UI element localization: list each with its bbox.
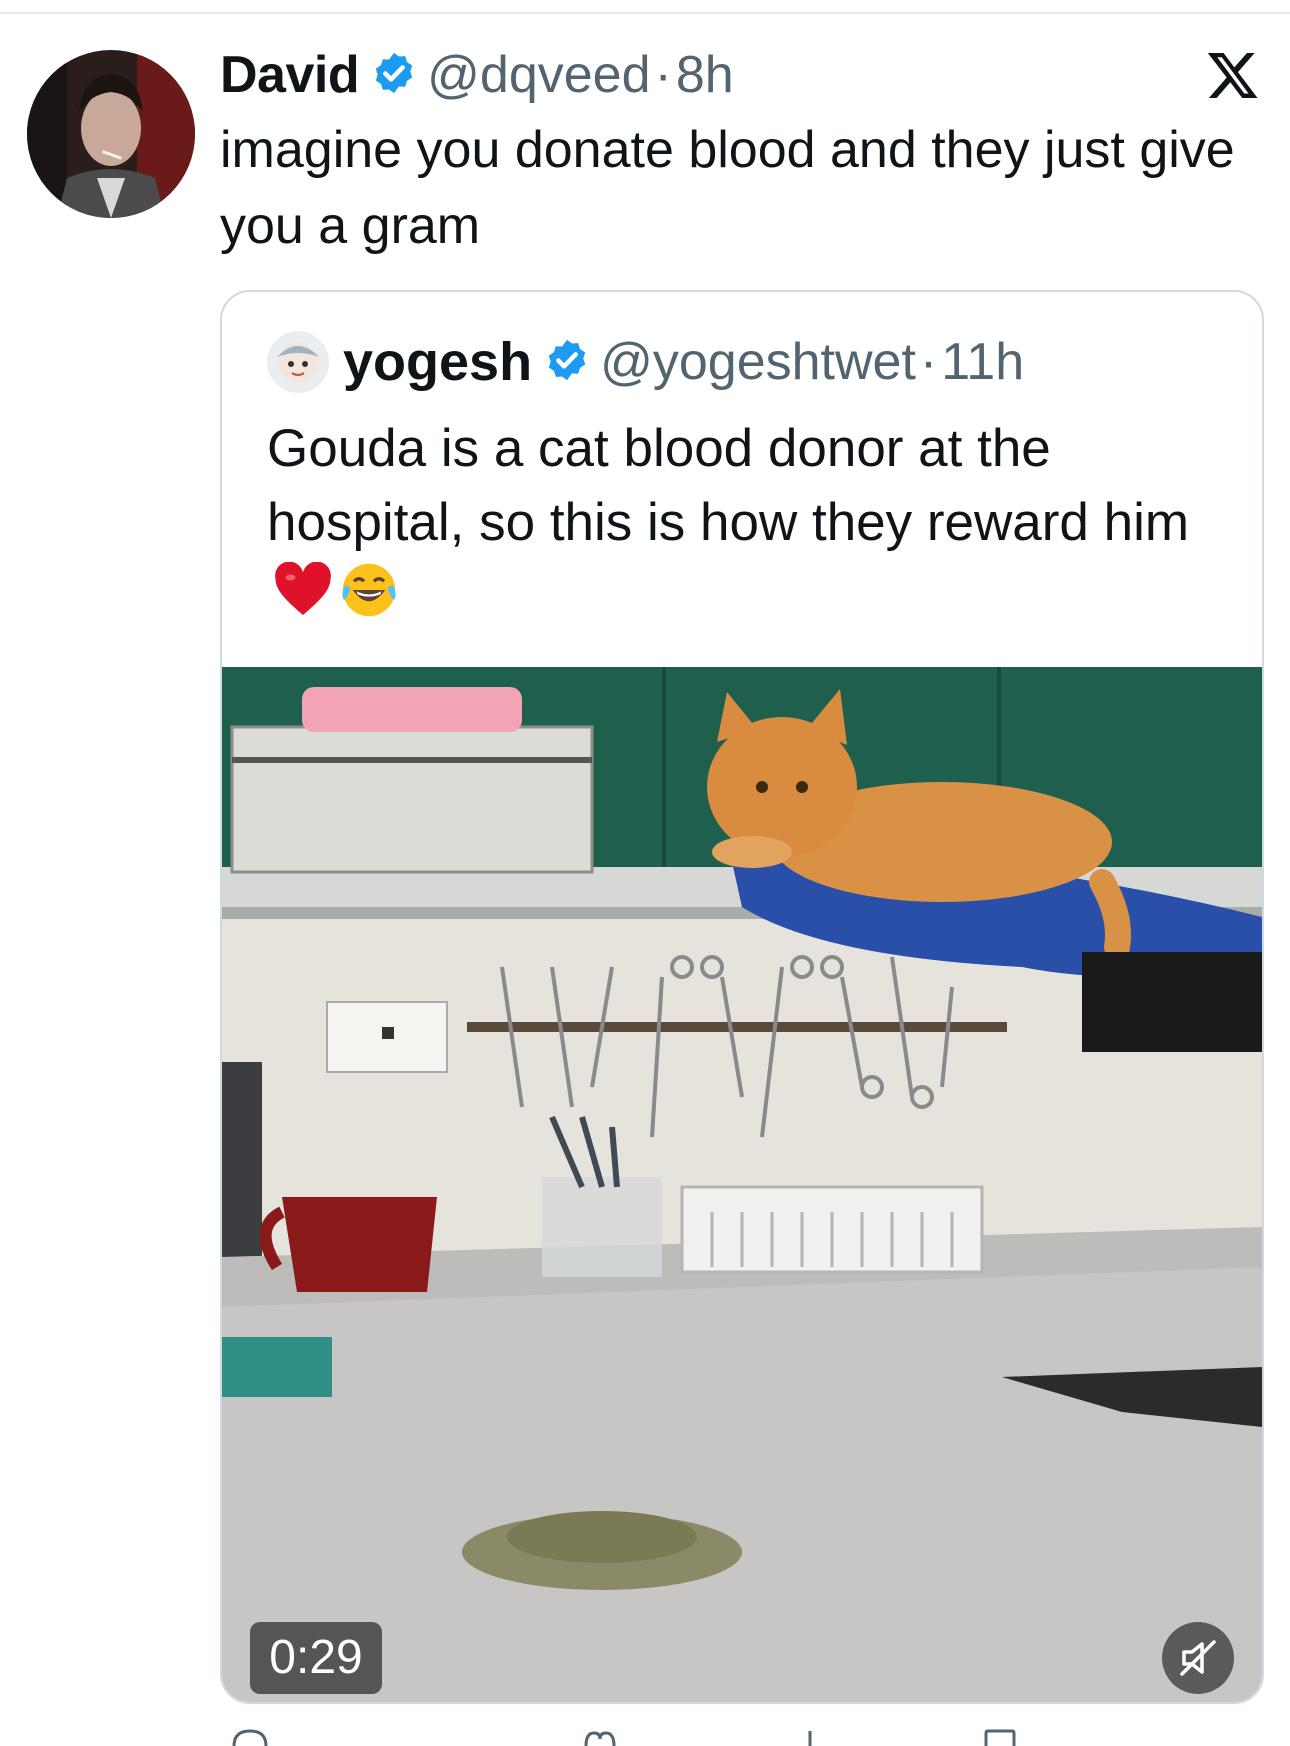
quoted-author-name[interactable]: yogesh	[343, 331, 532, 393]
like-icon[interactable]	[580, 1725, 620, 1746]
tweet-header: David @dqveed · 8h	[220, 40, 734, 110]
timestamp[interactable]: 8h	[676, 45, 734, 105]
quoted-tweet-card[interactable]: yogesh @yogeshtwet · 11h Gouda is a cat …	[220, 290, 1264, 1704]
video-frame	[222, 667, 1262, 1702]
speaker-muted-icon	[1180, 1640, 1216, 1676]
top-divider	[0, 12, 1290, 14]
author-avatar[interactable]	[27, 50, 195, 218]
views-icon[interactable]	[790, 1725, 830, 1746]
quoted-tweet-body: Gouda is a cat blood donor at the hospit…	[267, 419, 1190, 552]
video-player[interactable]: 0:29	[222, 667, 1262, 1702]
author-name[interactable]: David	[220, 45, 360, 105]
reply-icon[interactable]	[230, 1725, 270, 1746]
mute-button[interactable]	[1162, 1622, 1234, 1694]
quoted-tweet-header: yogesh @yogeshtwet · 11h	[267, 322, 1024, 402]
quoted-author-avatar[interactable]	[267, 331, 329, 393]
verified-badge-icon	[544, 337, 590, 388]
tweet-text: imagine you donate blood and they just g…	[220, 121, 1235, 255]
bookmark-icon[interactable]	[980, 1725, 1020, 1746]
tweet-action-bar	[220, 1725, 1260, 1746]
video-duration: 0:29	[250, 1622, 382, 1694]
verified-badge-icon	[371, 50, 417, 101]
quoted-timestamp[interactable]: 11h	[941, 332, 1024, 392]
face-with-tears-of-joy-icon	[339, 560, 399, 640]
separator-dot: ·	[919, 333, 938, 391]
quoted-author-handle[interactable]: @yogeshtwet	[600, 332, 916, 392]
red-heart-icon	[273, 561, 333, 638]
separator-dot: ·	[654, 46, 672, 104]
x-logo-icon	[1205, 48, 1261, 102]
author-handle[interactable]: @dqveed	[427, 45, 650, 105]
quoted-tweet-text: Gouda is a cat blood donor at the hospit…	[267, 412, 1227, 640]
